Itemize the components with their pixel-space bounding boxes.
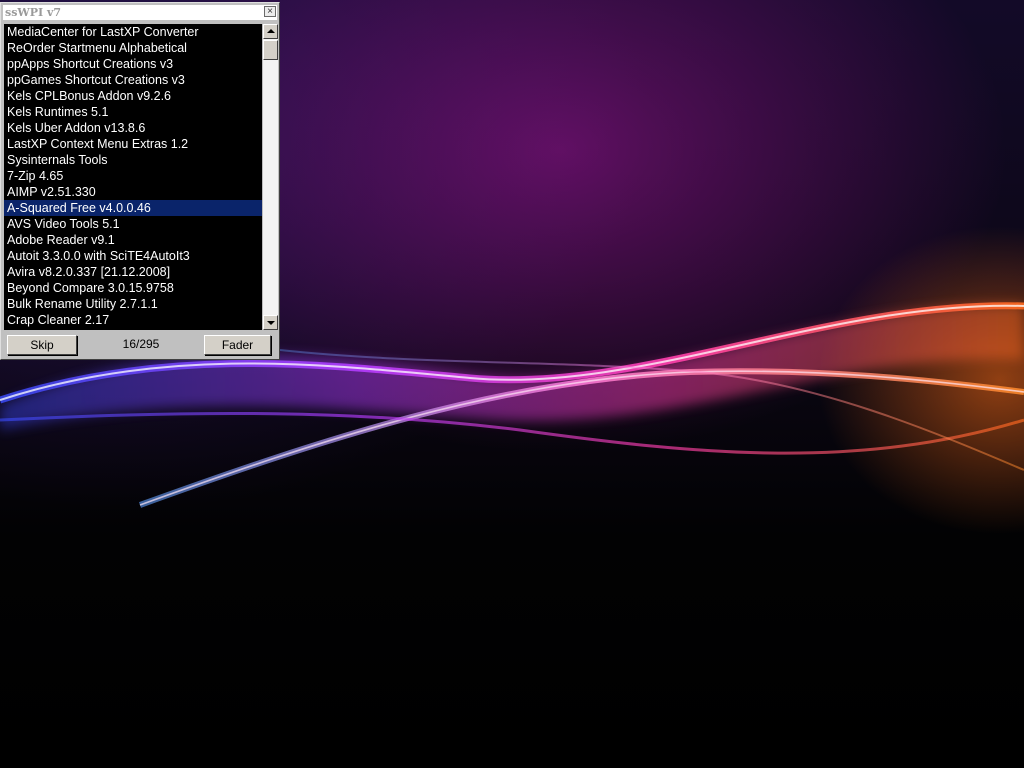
close-icon: × xyxy=(267,6,273,17)
fader-button[interactable]: Fader xyxy=(204,335,271,355)
scroll-down-button[interactable] xyxy=(263,315,278,330)
scroll-down-arrow-icon xyxy=(267,321,275,325)
scroll-up-arrow-icon xyxy=(267,29,275,33)
scroll-up-button[interactable] xyxy=(263,24,278,39)
list-item[interactable]: Avira v8.2.0.337 [21.12.2008] xyxy=(4,264,262,280)
list-item[interactable]: Sysinternals Tools xyxy=(4,152,262,168)
scroll-thumb[interactable] xyxy=(263,40,278,60)
list-item[interactable]: Autoit 3.3.0.0 with SciTE4AutoIt3 xyxy=(4,248,262,264)
window-title: ssWPI v7 xyxy=(5,6,62,19)
skip-button[interactable]: Skip xyxy=(7,335,77,355)
list-item[interactable]: Crap Cleaner 2.17 xyxy=(4,312,262,328)
list-item[interactable]: ppApps Shortcut Creations v3 xyxy=(4,56,262,72)
list-item[interactable]: Beyond Compare 3.0.15.9758 xyxy=(4,280,262,296)
list-item[interactable]: 7-Zip 4.65 xyxy=(4,168,262,184)
application-list[interactable]: MediaCenter for LastXP Converter ReOrder … xyxy=(4,24,262,330)
list-item[interactable]: MediaCenter for LastXP Converter xyxy=(4,24,262,40)
list-item[interactable]: Kels Uber Addon v13.8.6 xyxy=(4,120,262,136)
list-item[interactable]: Kels CPLBonus Addon v9.2.6 xyxy=(4,88,262,104)
list-item[interactable]: AIMP v2.51.330 xyxy=(4,184,262,200)
list-item[interactable]: Adobe Reader v9.1 xyxy=(4,232,262,248)
list-scrollbar[interactable] xyxy=(262,24,278,330)
list-item[interactable]: ppGames Shortcut Creations v3 xyxy=(4,72,262,88)
list-item[interactable]: ReOrder Startmenu Alphabetical xyxy=(4,40,262,56)
close-button[interactable]: × xyxy=(264,6,276,17)
list-item[interactable]: Bulk Rename Utility 2.7.1.1 xyxy=(4,296,262,312)
progress-counter: 16/295 xyxy=(122,337,160,351)
installer-window: ssWPI v7 × MediaCenter for LastXP Conver… xyxy=(0,2,280,360)
list-item-selected[interactable]: A-Squared Free v4.0.0.46 xyxy=(4,200,262,216)
list-item[interactable]: Kels Runtimes 5.1 xyxy=(4,104,262,120)
title-bar[interactable]: ssWPI v7 × xyxy=(3,5,277,20)
list-item[interactable]: AVS Video Tools 5.1 xyxy=(4,216,262,232)
list-item[interactable]: LastXP Context Menu Extras 1.2 xyxy=(4,136,262,152)
